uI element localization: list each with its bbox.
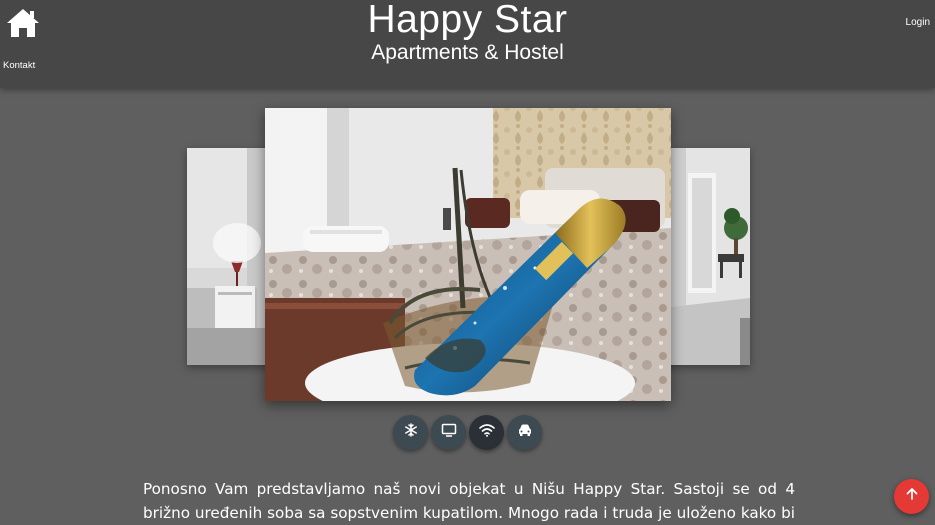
carousel-slide-main[interactable] [265, 108, 671, 401]
login-link[interactable]: Login [906, 17, 930, 28]
carousel-slide-right[interactable] [662, 148, 750, 365]
snowflake-icon [404, 423, 418, 442]
arrow-up-icon [905, 487, 919, 506]
amenity-tv[interactable] [431, 415, 466, 450]
amenities-bar [393, 415, 542, 450]
amenity-snowflake[interactable] [393, 415, 428, 450]
site-title: Happy Star [367, 0, 568, 41]
amenity-wifi[interactable] [469, 415, 504, 450]
wifi-icon [478, 423, 495, 442]
tv-icon [441, 423, 457, 442]
scroll-to-top-button[interactable] [894, 479, 929, 514]
intro-paragraph: Ponosno Vam predstavljamo naš novi objek… [143, 480, 795, 522]
carousel-slide-left[interactable] [187, 148, 277, 365]
site-header: Kontakt Happy Star Apartments & Hostel L… [0, 0, 935, 88]
car-icon [517, 423, 533, 442]
amenity-car[interactable] [507, 415, 542, 450]
site-subtitle: Apartments & Hostel [371, 41, 564, 64]
